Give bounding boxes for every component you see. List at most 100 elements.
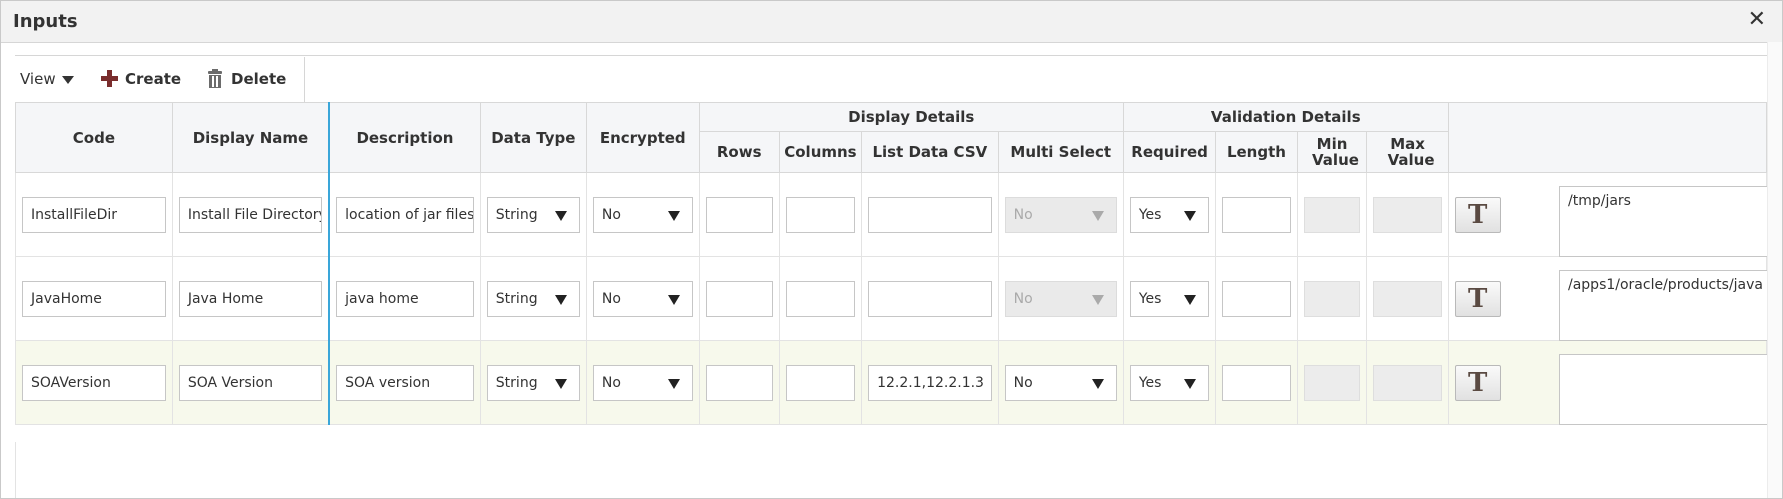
inputs-table: Code Display Name Description Data Type … (15, 102, 1768, 425)
header-min-value: Min Value (1296, 131, 1368, 173)
table-row[interactable]: JavaHome Java Home java home String No N… (15, 256, 1768, 341)
multi-select-value: No (1013, 290, 1033, 307)
multi-select-value: No (1013, 206, 1033, 223)
encrypted-value: No (601, 206, 621, 223)
min-value-input (1303, 280, 1361, 317)
columns-input[interactable] (785, 364, 856, 401)
header-encrypted: Encrypted (585, 102, 700, 173)
max-value-input (1373, 364, 1442, 401)
header-value (1447, 102, 1768, 173)
encrypted-value: No (601, 374, 621, 391)
header-rows: Rows (698, 131, 780, 173)
vertical-scrollbar[interactable] (1767, 42, 1782, 498)
encrypted-select[interactable]: No (592, 196, 693, 233)
table-row[interactable]: InstallFileDir Install File Directory lo… (15, 172, 1768, 257)
length-input[interactable] (1222, 196, 1291, 233)
description-input[interactable]: java home (336, 280, 474, 317)
header-description: Description (328, 102, 481, 173)
text-type-button[interactable]: T (1454, 364, 1501, 401)
value-textarea[interactable]: /tmp/jars (1559, 186, 1767, 257)
list-data-csv-input[interactable] (868, 280, 992, 317)
caret-down-icon (61, 75, 74, 84)
required-select[interactable]: Yes (1129, 280, 1210, 317)
header-length: Length (1215, 131, 1298, 173)
dropdown-arrow-icon (1184, 378, 1197, 389)
header-columns: Columns (778, 131, 863, 173)
data-type-select[interactable]: String (486, 196, 580, 233)
dropdown-arrow-icon (1184, 294, 1197, 305)
dropdown-arrow-icon (1091, 294, 1104, 305)
encrypted-select[interactable]: No (592, 364, 693, 401)
code-input[interactable]: SOAVersion (22, 364, 166, 401)
header-multi-select: Multi Select (997, 131, 1124, 173)
required-value: Yes (1138, 374, 1162, 391)
header-required: Required (1122, 131, 1217, 173)
code-input[interactable]: JavaHome (22, 280, 166, 317)
required-select[interactable]: Yes (1129, 196, 1210, 233)
encrypted-value: No (601, 290, 621, 307)
header-validation-details: Validation Details (1122, 102, 1449, 132)
required-value: Yes (1138, 206, 1162, 223)
required-select[interactable]: Yes (1129, 364, 1210, 401)
toolbar-divider (15, 55, 1767, 56)
dropdown-arrow-icon (554, 378, 567, 389)
list-data-csv-input[interactable]: 12.2.1,12.2.1.3 (868, 364, 992, 401)
header-data-type: Data Type (479, 102, 587, 173)
data-type-value: String (495, 374, 538, 391)
data-type-value: String (495, 290, 538, 307)
header-display-name: Display Name (171, 102, 330, 173)
text-type-button[interactable]: T (1454, 196, 1501, 233)
multi-select-value: No (1013, 374, 1033, 391)
dropdown-arrow-icon (667, 294, 680, 305)
dropdown-arrow-icon (1184, 210, 1197, 221)
display-name-input[interactable]: SOA Version (178, 364, 323, 401)
description-input[interactable]: location of jar files (336, 196, 474, 233)
rows-input[interactable] (705, 280, 773, 317)
dropdown-arrow-icon (667, 210, 680, 221)
header-min-value-label: Min Value (1312, 135, 1359, 169)
multi-select-select[interactable]: No (1004, 364, 1117, 401)
rows-input[interactable] (705, 364, 773, 401)
data-type-select[interactable]: String (486, 364, 580, 401)
dialog-titlebar: Inputs ✕ (1, 1, 1782, 43)
description-input[interactable]: SOA version (336, 364, 474, 401)
header-max-value: Max Value (1366, 131, 1449, 173)
min-value-input (1303, 196, 1361, 233)
display-name-input[interactable]: Java Home (178, 280, 323, 317)
inputs-dialog: Inputs ✕ View Create Delete Code Display… (0, 0, 1783, 499)
list-data-csv-input[interactable] (868, 196, 992, 233)
trash-icon (208, 69, 222, 88)
dropdown-arrow-icon (554, 210, 567, 221)
rows-input[interactable] (705, 196, 773, 233)
columns-input[interactable] (785, 280, 856, 317)
data-type-value: String (495, 206, 538, 223)
header-display-details: Display Details (698, 102, 1124, 132)
display-name-input[interactable]: Install File Directory (178, 196, 323, 233)
toolbar: View Create Delete (15, 57, 305, 102)
delete-label: Delete (231, 70, 287, 88)
encrypted-select[interactable]: No (592, 280, 693, 317)
multi-select-select: No (1004, 196, 1117, 233)
data-type-select[interactable]: String (486, 280, 580, 317)
max-value-input (1373, 196, 1442, 233)
dialog-title: Inputs (13, 11, 78, 32)
create-button[interactable]: Create (101, 57, 181, 102)
code-input[interactable]: InstallFileDir (22, 196, 166, 233)
columns-input[interactable] (785, 196, 856, 233)
text-type-button[interactable]: T (1454, 280, 1501, 317)
length-input[interactable] (1222, 364, 1291, 401)
create-label: Create (125, 70, 182, 88)
value-textarea[interactable]: /apps1/oracle/products/java (1559, 270, 1767, 341)
delete-button[interactable]: Delete (208, 57, 286, 102)
table-row[interactable]: SOAVersion SOA Version SOA version Strin… (15, 340, 1768, 425)
plus-icon (101, 70, 118, 87)
header-code: Code (15, 102, 173, 173)
header-max-value-label: Max Value (1387, 135, 1435, 169)
value-textarea[interactable] (1559, 354, 1767, 425)
min-value-input (1303, 364, 1361, 401)
view-menu-button[interactable]: View (20, 57, 74, 102)
dropdown-arrow-icon (667, 378, 680, 389)
close-icon[interactable]: ✕ (1748, 7, 1766, 33)
dropdown-arrow-icon (1091, 378, 1104, 389)
length-input[interactable] (1222, 280, 1291, 317)
